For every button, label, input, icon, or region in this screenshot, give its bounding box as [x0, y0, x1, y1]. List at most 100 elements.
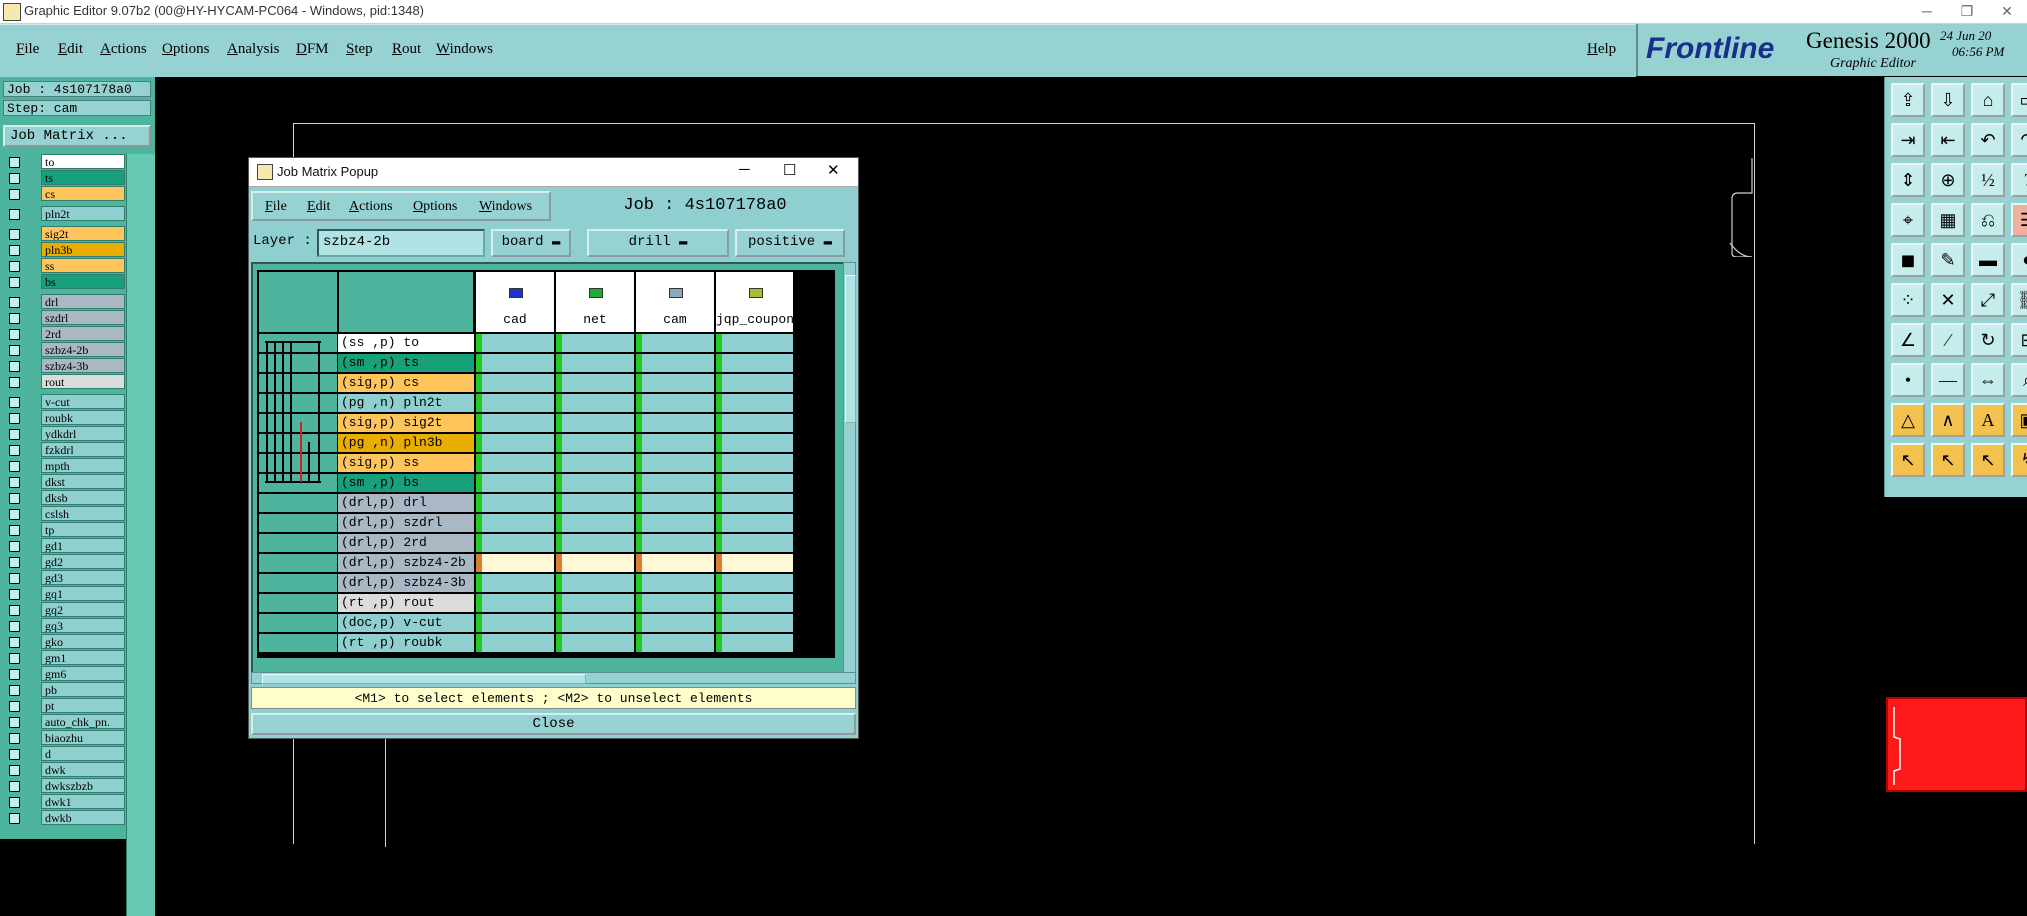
- layer-link-cell[interactable]: [259, 614, 337, 632]
- zoom-icon[interactable]: ⊕: [1931, 163, 1965, 197]
- layer-checkbox[interactable]: [9, 653, 20, 664]
- layer-checkbox[interactable]: [9, 621, 20, 632]
- matrix-cell[interactable]: [476, 334, 554, 352]
- close-icon[interactable]: ✕: [1987, 0, 2027, 23]
- matrix-cell[interactable]: [636, 554, 714, 572]
- layer-row[interactable]: bs: [3, 274, 125, 289]
- export-icon[interactable]: ⇩: [1931, 83, 1965, 117]
- camera-icon[interactable]: ◼: [1891, 243, 1925, 277]
- matrix-row-label[interactable]: (pg ,n) pln2t: [338, 394, 474, 412]
- layer-row[interactable]: 2rd: [3, 326, 125, 341]
- layer-name[interactable]: 2rd: [41, 326, 125, 341]
- matrix-cell[interactable]: [636, 574, 714, 592]
- layer-checkbox[interactable]: [9, 297, 20, 308]
- matrix-cell[interactable]: [556, 434, 634, 452]
- matrix-cell[interactable]: [556, 354, 634, 372]
- layer-checkbox[interactable]: [9, 461, 20, 472]
- matrix-cell[interactable]: [716, 394, 793, 412]
- matrix-cell[interactable]: [636, 434, 714, 452]
- ruler-icon[interactable]: ▬: [1971, 243, 2005, 277]
- route-icon[interactable]: ↯: [2011, 443, 2027, 477]
- layer-name[interactable]: dksb: [41, 490, 125, 505]
- layer-row[interactable]: dwk: [3, 762, 125, 777]
- matrix-vscrollbar[interactable]: [843, 262, 856, 678]
- layer-name[interactable]: pb: [41, 682, 125, 697]
- layer-checkbox[interactable]: [9, 573, 20, 584]
- menu-windows[interactable]: Windows: [436, 41, 493, 58]
- layer-row[interactable]: v-cut: [3, 394, 125, 409]
- matrix-cell[interactable]: [476, 574, 554, 592]
- layer-name[interactable]: mpth: [41, 458, 125, 473]
- layer-row[interactable]: d: [3, 746, 125, 761]
- layer-checkbox[interactable]: [9, 797, 20, 808]
- layer-checkbox[interactable]: [9, 701, 20, 712]
- layer-name[interactable]: dwkszbzb: [41, 778, 125, 793]
- matrix-cell[interactable]: [476, 414, 554, 432]
- matrix-cell[interactable]: [716, 374, 793, 392]
- matrix-cell[interactable]: [636, 494, 714, 512]
- line-icon[interactable]: ∠: [1891, 323, 1925, 357]
- minimize-icon[interactable]: ─: [1907, 0, 1947, 23]
- matrix-cell[interactable]: [636, 474, 714, 492]
- pin-icon[interactable]: •: [1891, 363, 1925, 397]
- layer-checkbox[interactable]: [9, 477, 20, 488]
- matrix-cell[interactable]: [716, 614, 793, 632]
- layer-name[interactable]: szbz4-2b: [41, 342, 125, 357]
- matrix-cell[interactable]: [556, 334, 634, 352]
- layer-checkbox[interactable]: [9, 189, 20, 200]
- layer-row[interactable]: dwkszbzb: [3, 778, 125, 793]
- layer-checkbox[interactable]: [9, 277, 20, 288]
- matrix-cell[interactable]: [476, 514, 554, 532]
- node-icon[interactable]: ⁘: [1891, 283, 1925, 317]
- layer-row[interactable]: roubk: [3, 410, 125, 425]
- matrix-row-label[interactable]: (sig,p) cs: [338, 374, 474, 392]
- matrix-cell[interactable]: [476, 474, 554, 492]
- layer-name[interactable]: gm1: [41, 650, 125, 665]
- menu-file[interactable]: File: [16, 41, 39, 58]
- matrix-cell[interactable]: [716, 554, 793, 572]
- layer-name[interactable]: gko: [41, 634, 125, 649]
- undo-icon[interactable]: ↶: [1971, 123, 2005, 157]
- layer-checkbox[interactable]: [9, 509, 20, 520]
- layer-name[interactable]: gd1: [41, 538, 125, 553]
- vscroll-thumb[interactable]: [845, 275, 856, 423]
- restore-icon[interactable]: ❐: [1947, 0, 1987, 23]
- matrix-cell[interactable]: [556, 454, 634, 472]
- layer-name[interactable]: pln2t: [41, 206, 125, 221]
- layer-name[interactable]: auto_chk_pn.: [41, 714, 125, 729]
- layer-name[interactable]: dwk1: [41, 794, 125, 809]
- matrix-cell[interactable]: [476, 454, 554, 472]
- open-icon[interactable]: ⇥: [1891, 123, 1925, 157]
- layer-row[interactable]: szdrl: [3, 310, 125, 325]
- matrix-grid[interactable]: cad net cam jqp_coupon (ss ,p) to (sm ,p) ts (…: [257, 270, 835, 658]
- layer-checkbox[interactable]: [9, 173, 20, 184]
- matrix-row-label[interactable]: (sig,p) ss: [338, 454, 474, 472]
- matrix-cell[interactable]: [556, 614, 634, 632]
- layer-name[interactable]: d: [41, 746, 125, 761]
- matrix-cell[interactable]: [716, 514, 793, 532]
- layer-row[interactable]: rout: [3, 374, 125, 389]
- matrix-cell[interactable]: [556, 634, 634, 652]
- layer-row[interactable]: gq2: [3, 602, 125, 617]
- layer-checkbox[interactable]: [9, 733, 20, 744]
- layer-checkbox[interactable]: [9, 541, 20, 552]
- matrix-cell[interactable]: [716, 414, 793, 432]
- menu-dfm[interactable]: DFM: [296, 41, 329, 58]
- matrix-cell[interactable]: [716, 334, 793, 352]
- step-column-header[interactable]: cad: [476, 272, 554, 332]
- save-icon[interactable]: ⇤: [1931, 123, 1965, 157]
- layer-name[interactable]: gq1: [41, 586, 125, 601]
- zoom-fit-icon[interactable]: ⇕: [1891, 163, 1925, 197]
- layer-row[interactable]: gd3: [3, 570, 125, 585]
- layer-checkbox[interactable]: [9, 605, 20, 616]
- step-thumbnail[interactable]: [1886, 697, 2027, 792]
- popup-menu-options[interactable]: Options: [413, 199, 457, 215]
- layer-name[interactable]: gd2: [41, 554, 125, 569]
- matrix-cell[interactable]: [716, 494, 793, 512]
- layer-checkbox[interactable]: [9, 717, 20, 728]
- layer-row[interactable]: dkst: [3, 474, 125, 489]
- matrix-cell[interactable]: [716, 634, 793, 652]
- layer-row[interactable]: ss: [3, 258, 125, 273]
- panel-icon[interactable]: ▣: [2011, 403, 2027, 437]
- matrix-cell[interactable]: [556, 374, 634, 392]
